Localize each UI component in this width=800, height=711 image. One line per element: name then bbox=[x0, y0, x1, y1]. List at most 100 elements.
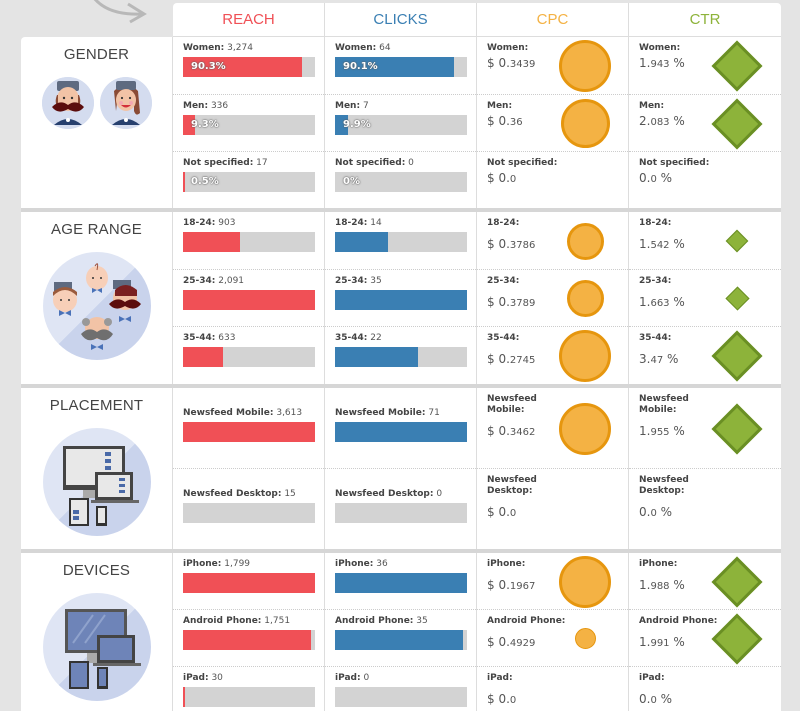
clicks-value: 14 bbox=[370, 218, 382, 228]
clicks-cell: iPad: 0 bbox=[325, 667, 476, 711]
cpc-prefix: $ 0. bbox=[487, 114, 510, 128]
clicks-value: 7 bbox=[362, 101, 369, 111]
category-name: Newsfeed Desktop: bbox=[335, 489, 434, 499]
clicks-bar: 90.1% bbox=[335, 57, 467, 77]
category-name: iPhone: bbox=[183, 559, 222, 569]
clicks-cell: Newsfeed Desktop: 0 bbox=[325, 469, 476, 549]
ctr-column: 18-24: 1.542 % 25-34: 1.663 % 35-44: 3.47 % bbox=[629, 212, 781, 384]
cpc-cell: Men: $ 0.36 bbox=[477, 95, 628, 152]
cpc-prefix: $ 0. bbox=[487, 56, 510, 70]
cpc-decimals: 4929 bbox=[509, 638, 536, 649]
clicks-value: 0 bbox=[363, 673, 370, 683]
reach-cell: 18-24: 903 bbox=[173, 212, 324, 270]
category-name: Women: bbox=[639, 43, 681, 53]
header-ctr: CTR bbox=[689, 11, 721, 28]
category-name: iPhone: bbox=[487, 559, 526, 569]
ctr-unit: % bbox=[656, 171, 673, 185]
ctr-int: 0. bbox=[639, 171, 651, 185]
reach-column: iPhone: 1,799 Android Phone: 1,751 iPad: 3… bbox=[173, 553, 325, 711]
cpc-prefix: $ 0. bbox=[487, 424, 510, 438]
cpc-cell: iPhone: $ 0.1967 bbox=[477, 553, 628, 610]
ctr-decimals: 083 bbox=[650, 117, 670, 128]
ctr-int: 1. bbox=[639, 635, 651, 649]
ctr-cell: Android Phone: 1.991 % bbox=[629, 610, 781, 667]
devices-screens-icon bbox=[42, 593, 151, 701]
section-title: DEVICES bbox=[62, 562, 131, 579]
row-label: 25-34: 2,091 bbox=[183, 276, 314, 286]
ctr-cell: Not specified: 0.0 % bbox=[629, 152, 781, 208]
ctr-decimals: 542 bbox=[650, 240, 670, 251]
section-age-range: AGE RANGE 18-24: 903 25-34: 2,091 35-44: 63… bbox=[21, 212, 781, 388]
ctr-unit: % bbox=[669, 114, 685, 128]
category-name: iPad: bbox=[183, 673, 209, 683]
clicks-bar bbox=[335, 503, 467, 523]
reach-value: 3,274 bbox=[227, 43, 253, 53]
ctr-cell: Newsfeed Mobile: 1.955 % bbox=[629, 388, 781, 469]
cpc-column: 18-24: $ 0.3786 25-34: $ 0.3789 35-44: $ 0.27… bbox=[477, 212, 629, 384]
reach-bar bbox=[183, 630, 315, 650]
clicks-bar-fill bbox=[335, 290, 467, 310]
category-name-line: Desktop: bbox=[487, 486, 533, 496]
ctr-value: 1.663 % bbox=[639, 295, 771, 309]
clicks-cell: Men: 7 9.9% bbox=[325, 95, 476, 152]
row-label: Women: bbox=[639, 43, 771, 54]
category-name: Men: bbox=[183, 101, 209, 111]
header-reach: REACH bbox=[173, 3, 325, 36]
reach-column: 18-24: 903 25-34: 2,091 35-44: 633 bbox=[173, 212, 325, 384]
category-name-line: Desktop: bbox=[639, 486, 685, 496]
cpc-circle-marker bbox=[566, 280, 604, 317]
cpc-prefix: $ 0. bbox=[487, 505, 510, 519]
reach-value: 336 bbox=[210, 101, 229, 111]
clicks-percent-label: 90.1% bbox=[343, 61, 378, 72]
cpc-decimals: 0 bbox=[509, 508, 517, 519]
cpc-cell: 35-44: $ 0.2745 bbox=[477, 327, 628, 384]
category-name: 35-44: bbox=[183, 333, 216, 343]
cpc-prefix: $ 0. bbox=[487, 635, 510, 649]
row-label: 25-34: 35 bbox=[335, 276, 466, 286]
ctr-decimals: 663 bbox=[650, 298, 670, 309]
clicks-column: iPhone: 36 Android Phone: 35 iPad: 0 bbox=[325, 553, 477, 711]
clicks-bar bbox=[335, 630, 467, 650]
clicks-value: 22 bbox=[370, 333, 382, 343]
reach-bar bbox=[183, 573, 315, 593]
ctr-int: 2. bbox=[639, 114, 651, 128]
category-name: Women: bbox=[487, 43, 529, 53]
reach-value: 17 bbox=[256, 158, 268, 168]
clicks-bar-fill bbox=[335, 422, 467, 442]
category-name: 25-34: bbox=[335, 276, 368, 286]
ctr-decimals: 943 bbox=[650, 59, 670, 70]
clicks-cell: 35-44: 22 bbox=[325, 327, 476, 384]
section-label: DEVICES bbox=[21, 553, 173, 711]
ctr-int: 1. bbox=[639, 578, 651, 592]
category-name: 18-24: bbox=[183, 218, 216, 228]
reach-bar-fill bbox=[183, 630, 312, 650]
cpc-cell: Newsfeed Desktop: $ 0.0 bbox=[477, 469, 628, 549]
ctr-int: 0. bbox=[639, 505, 651, 519]
row-label: Newsfeed Desktop: bbox=[487, 475, 618, 497]
section-title: AGE RANGE bbox=[51, 221, 142, 238]
reach-value: 1,799 bbox=[224, 559, 251, 569]
reach-bar-fill bbox=[183, 573, 315, 593]
row-label: Newsfeed Mobile: 71 bbox=[335, 408, 466, 418]
reach-cell: Women: 3,274 90.3% bbox=[173, 37, 324, 95]
row-label: Men: bbox=[639, 101, 771, 112]
gender-avatars-icon bbox=[21, 77, 172, 129]
category-name: Not specified: bbox=[639, 158, 710, 168]
cpc-prefix: $ 0. bbox=[487, 352, 510, 366]
reach-column: Newsfeed Mobile: 3,613 Newsfeed Desktop: … bbox=[173, 388, 325, 549]
reach-percent-label: 90.3% bbox=[191, 61, 226, 72]
row-label: Newsfeed Mobile: bbox=[639, 394, 771, 416]
ctr-int: 1. bbox=[639, 295, 651, 309]
reach-value: 3,613 bbox=[276, 408, 303, 418]
category-name: Not specified: bbox=[487, 158, 558, 168]
reach-bar bbox=[183, 232, 315, 252]
row-label: Not specified: 17 bbox=[183, 158, 314, 168]
row-label: 25-34: bbox=[639, 276, 771, 287]
clicks-bar-fill bbox=[335, 630, 464, 650]
category-name: Women: bbox=[335, 43, 377, 53]
ctr-value: 0.0 % bbox=[639, 171, 771, 185]
cpc-decimals: 1967 bbox=[509, 581, 536, 592]
ctr-cell: iPad: 0.0 % bbox=[629, 667, 781, 711]
row-label: Newsfeed Desktop: 0 bbox=[335, 489, 466, 499]
clicks-value: 0 bbox=[408, 158, 414, 168]
